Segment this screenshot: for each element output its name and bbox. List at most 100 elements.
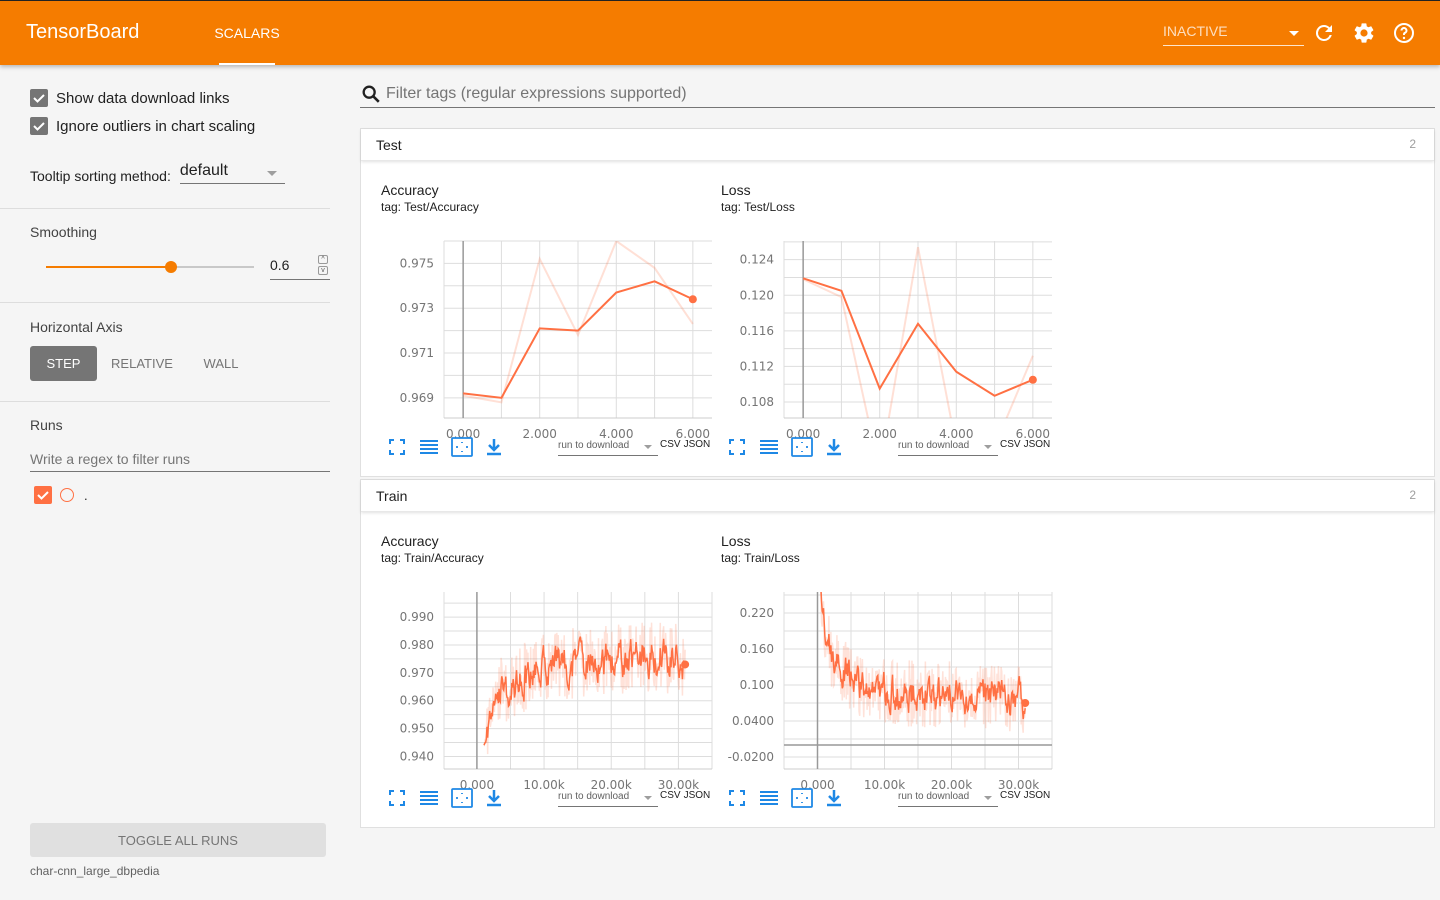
fullscreen-icon[interactable] xyxy=(727,788,747,808)
y-tick-label: -0.0200 xyxy=(728,750,774,764)
run-checkbox[interactable] xyxy=(34,486,52,504)
run-to-download-dropdown[interactable]: run to download xyxy=(898,436,998,456)
download-icon[interactable] xyxy=(484,788,504,808)
plugin-status-dropdown[interactable]: INACTIVE xyxy=(1163,23,1304,46)
y-tick-label: 0.220 xyxy=(740,606,774,620)
y-tick-label: 0.940 xyxy=(400,749,434,763)
csv-link[interactable]: CSV xyxy=(660,790,681,801)
show-download-links-label: Show data download links xyxy=(56,89,230,107)
ignore-outliers-checkbox[interactable]: Ignore outliers in chart scaling xyxy=(30,117,255,135)
fit-domain-icon[interactable] xyxy=(791,437,813,457)
run-name: . xyxy=(84,487,88,503)
json-link[interactable]: JSON xyxy=(684,790,711,801)
y-tick-label: 0.112 xyxy=(740,359,774,373)
chevron-down-icon xyxy=(266,171,277,176)
show-download-links-checkbox[interactable]: Show data download links xyxy=(30,89,229,107)
download-links: CSV JSON xyxy=(1000,790,1053,801)
fullscreen-icon[interactable] xyxy=(727,437,747,457)
checkbox-checked-icon xyxy=(30,89,48,107)
smoothing-title: Smoothing xyxy=(30,224,97,240)
csv-link[interactable]: CSV xyxy=(1000,439,1021,450)
run-to-download-label: run to download xyxy=(898,440,970,451)
plot-area xyxy=(820,592,1026,733)
axis-relative-button[interactable]: RELATIVE xyxy=(104,346,180,381)
y-tick-label: 0.160 xyxy=(740,642,774,656)
last-point-marker xyxy=(688,295,697,304)
json-link[interactable]: JSON xyxy=(1024,439,1051,450)
chart-card-train-loss: Loss tag: Train/Loss -0.0200 0.0400 0.100 0… xyxy=(701,480,1053,808)
download-icon[interactable] xyxy=(824,437,844,457)
y-tick-label: 0.960 xyxy=(400,694,434,708)
chevron-down-icon xyxy=(1289,31,1299,36)
smoothing-value: 0.6 xyxy=(270,257,290,273)
last-point-marker xyxy=(1021,699,1030,707)
logdir-label: char-cnn_large_dbpedia xyxy=(30,864,160,878)
run-item[interactable]: . xyxy=(34,486,88,504)
fit-domain-icon[interactable] xyxy=(451,788,473,808)
csv-link[interactable]: CSV xyxy=(660,439,681,450)
fit-domain-icon[interactable] xyxy=(791,788,813,808)
run-to-download-label: run to download xyxy=(558,440,630,451)
y-tick-label: 0.950 xyxy=(400,722,434,736)
axis-step-button[interactable]: STEP xyxy=(30,346,97,381)
tab-scalars[interactable]: SCALARS xyxy=(214,1,280,65)
run-color-radio[interactable] xyxy=(60,488,74,502)
plugin-status-value: INACTIVE xyxy=(1163,23,1228,39)
x-tick-label: 2.000 xyxy=(863,427,897,441)
csv-link[interactable]: CSV xyxy=(1000,790,1021,801)
refresh-icon[interactable] xyxy=(1312,21,1336,45)
y-tick-label: 0.990 xyxy=(400,610,434,624)
fullscreen-icon[interactable] xyxy=(387,437,407,457)
chevron-down-icon xyxy=(644,445,652,449)
chevron-down-icon xyxy=(984,445,992,449)
json-link[interactable]: JSON xyxy=(684,439,711,450)
help-icon[interactable] xyxy=(1392,21,1416,45)
tag-group-test: Test 2 Accuracy tag: Test/Accuracy 0.969… xyxy=(360,128,1435,477)
log-scale-icon[interactable] xyxy=(419,788,439,808)
divider xyxy=(0,302,330,303)
fit-domain-icon[interactable] xyxy=(451,437,473,457)
run-to-download-dropdown[interactable]: run to download xyxy=(558,436,658,456)
smoothing-slider-knob[interactable] xyxy=(164,261,177,273)
download-links: CSV JSON xyxy=(660,790,713,801)
y-tick-label: 0.0400 xyxy=(732,714,774,728)
toggle-all-runs-button[interactable]: TOGGLE ALL RUNS xyxy=(30,823,326,857)
run-to-download-label: run to download xyxy=(898,791,970,802)
download-links: CSV JSON xyxy=(1000,439,1053,450)
smoothing-slider[interactable] xyxy=(46,261,254,273)
smoothing-slider-fill xyxy=(46,266,171,268)
search-icon xyxy=(362,85,380,103)
download-icon[interactable] xyxy=(824,788,844,808)
run-to-download-dropdown[interactable]: run to download xyxy=(898,787,998,807)
json-link[interactable]: JSON xyxy=(1024,790,1051,801)
decrement-icon[interactable]: v xyxy=(318,266,328,275)
tooltip-sorting-dropdown[interactable]: default xyxy=(179,162,285,184)
y-tick-label: 0.100 xyxy=(740,678,774,692)
runs-filter-input[interactable] xyxy=(30,445,330,467)
settings-icon[interactable] xyxy=(1352,21,1376,45)
log-scale-icon[interactable] xyxy=(419,437,439,457)
x-tick-label: 2.000 xyxy=(523,427,557,441)
checkbox-checked-icon xyxy=(30,117,48,135)
increment-icon[interactable]: ^ xyxy=(318,255,328,264)
tag-filter-input[interactable] xyxy=(386,84,1386,103)
run-to-download-dropdown[interactable]: run to download xyxy=(558,787,658,807)
divider xyxy=(0,208,330,209)
download-icon[interactable] xyxy=(484,437,504,457)
y-tick-label: 0.980 xyxy=(400,638,434,652)
chart-test-accuracy: 0.9690.9710.9730.9750.000 2.000 4.000 6.000 xyxy=(400,240,712,441)
log-scale-icon[interactable] xyxy=(759,788,779,808)
tag-filter-field[interactable] xyxy=(360,80,1435,108)
sidebar: Show data download links Ignore outliers… xyxy=(0,65,345,900)
app-title: TensorBoard xyxy=(26,21,140,43)
tab-scalars-label: SCALARS xyxy=(214,25,280,41)
main-content: Test 2 Accuracy tag: Test/Accuracy 0.969… xyxy=(360,65,1435,900)
axis-wall-button[interactable]: WALL xyxy=(190,346,252,381)
log-scale-icon[interactable] xyxy=(759,437,779,457)
top-app-bar: TensorBoard SCALARS INACTIVE xyxy=(0,0,1440,65)
fullscreen-icon[interactable] xyxy=(387,788,407,808)
chevron-down-icon xyxy=(644,796,652,800)
smoothing-input[interactable]: 0.6 ^ v xyxy=(270,254,330,280)
runs-filter-field[interactable] xyxy=(30,445,330,472)
tag-group-train: Train 2 Accuracy tag: Train/Accuracy 0.9… xyxy=(360,479,1435,828)
